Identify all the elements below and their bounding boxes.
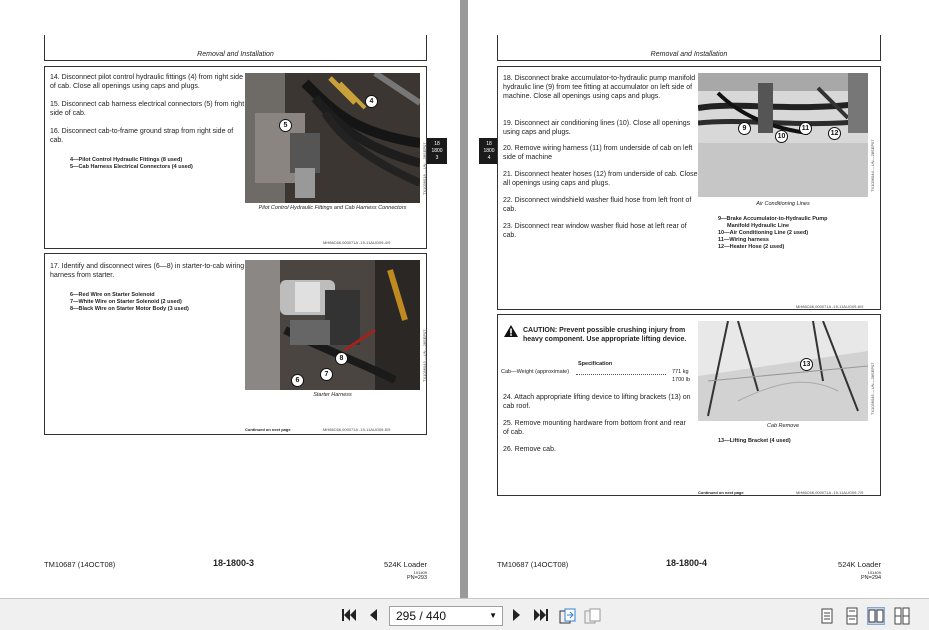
starter-harness-photo — [245, 260, 420, 390]
callout-8: 8 — [335, 352, 348, 365]
step-15: 15. Disconnect cab harness electrical co… — [50, 101, 245, 117]
step-26: 26. Remove cab. — [503, 446, 556, 453]
section-tab: 18 1800 4 — [479, 138, 499, 164]
footer-page-number: 18-1800-3 — [213, 558, 255, 568]
fit-width-icon[interactable] — [584, 608, 602, 624]
footer-model: 524K Loader — [384, 560, 427, 569]
spec-value-kg: 771 kg — [672, 369, 689, 375]
callout-4: 4 — [365, 95, 378, 108]
callout-7: 7 — [320, 368, 333, 381]
step-14: 14. Disconnect pilot control hydraulic f… — [50, 74, 243, 90]
footer-pn: PN=293 — [406, 575, 427, 581]
two-page-view-icon[interactable] — [867, 607, 885, 625]
procedure-box: 17. Identify and disconnect wires (6—8) … — [44, 253, 427, 435]
section-tab: 18 1800 3 — [427, 138, 447, 164]
step-23: 23. Disconnect rear window washer fluid … — [503, 223, 687, 239]
spec-label: Cab—Weight (approximate) — [501, 369, 570, 375]
figure-caption: Starter Harness — [313, 392, 352, 398]
callout-5: 5 — [279, 119, 292, 132]
footer-page-number: 18-1800-4 — [666, 558, 708, 568]
page-number-select[interactable]: 295 / 440 ▼ — [389, 606, 503, 626]
continued-note: Continued on next page — [698, 490, 744, 495]
document-page-left: Removal and Installation 14. Disconnect … — [0, 0, 460, 598]
step-25: 25. Remove mounting hardware from bottom… — [503, 420, 686, 436]
legend-item: 8—Black Wire on Starter Motor Body (3 us… — [70, 306, 189, 312]
callout-10: 10 — [775, 130, 788, 143]
footer-pn: PN=294 — [860, 575, 881, 581]
cab-remove-photo — [698, 321, 868, 421]
callout-6: 6 — [291, 374, 304, 387]
callout-13: 13 — [800, 358, 813, 371]
spec-value-lb: 1700 lb — [672, 377, 691, 383]
step-18: 18. Disconnect brake accumulator-to-hydr… — [503, 75, 696, 100]
viewer-toolbar: 295 / 440 ▼ — [0, 598, 929, 630]
callout-11: 11 — [799, 122, 812, 135]
page-indicator: 295 / 440 — [396, 609, 447, 623]
figure-caption: Air Conditioning Lines — [756, 201, 810, 207]
step-19: 19. Disconnect air conditioning lines (1… — [503, 120, 691, 136]
step-17: 17. Identify and disconnect wires (6—8) … — [50, 263, 245, 279]
section-header: Removal and Installation — [650, 51, 728, 58]
legend-item: 5—Cab Harness Electrical Connectors (4 u… — [70, 164, 193, 170]
footer-manual-id: TM10687 (14OCT08) — [497, 560, 569, 569]
legend-item: 6—Red Wire on Starter Solenoid — [70, 292, 155, 298]
legend-item: 7—White Wire on Starter Solenoid (2 used… — [70, 299, 182, 305]
figure-code: TX1036043 —UN—28SEP07 — [422, 329, 427, 382]
fit-page-icon[interactable] — [559, 608, 577, 624]
step-21: 21. Disconnect heater hoses (12) from un… — [503, 171, 698, 187]
footer-model: 524K Loader — [838, 560, 881, 569]
legend-item: 10—Air Conditioning Line (2 used) — [718, 230, 809, 236]
prev-page-icon[interactable] — [366, 608, 380, 624]
procedure-box: CAUTION: Prevent possible crushing injur… — [497, 314, 881, 496]
spec-leader — [576, 374, 666, 375]
legend-item: 11—Wiring harness — [718, 237, 769, 243]
procedure-box: 14. Disconnect pilot control hydraulic f… — [44, 66, 427, 249]
figure-code: TX1036045 —UN—28SEP07 — [870, 362, 875, 415]
section-header: Removal and Installation — [197, 51, 274, 58]
legend-item: 12—Heater Hose (2 used) — [718, 244, 785, 250]
hydraulic-fittings-photo — [245, 73, 420, 203]
spec-title: Specification — [578, 361, 613, 367]
next-page-icon[interactable] — [510, 608, 524, 624]
doc-code: MH86C66,000071A -19-11AUG09-5/9 — [323, 427, 391, 432]
step-24: 24. Attach appropriate lifting device to… — [503, 394, 691, 410]
legend-item: Manifold Hydraulic Line — [727, 223, 790, 229]
legend-item: 4—Pilot Control Hydraulic Fittings (8 us… — [70, 157, 183, 163]
step-20: 20. Remove wiring harness (11) from unde… — [503, 145, 693, 161]
last-page-icon[interactable] — [532, 608, 550, 624]
caution-icon — [504, 324, 518, 342]
chevron-down-icon: ▼ — [489, 611, 497, 620]
doc-code: MH86C66,000071A -19-11AUG09-4/9 — [323, 240, 391, 245]
continued-note: Continued on next page — [245, 427, 291, 432]
continuous-view-icon[interactable] — [843, 607, 861, 625]
procedure-box: 18. Disconnect brake accumulator-to-hydr… — [497, 66, 881, 310]
legend-item: 9—Brake Accumulator-to-Hydraulic Pump — [718, 216, 828, 222]
step-16: 16. Disconnect cab-to-frame ground strap… — [50, 128, 234, 144]
figure-caption: Cab Remove — [766, 423, 800, 429]
caution-text: CAUTION: Prevent possible crushing injur… — [523, 327, 687, 343]
document-page-right: Removal and Installation 18 1800 4 18. D… — [468, 0, 929, 598]
figure-caption: Pilot Control Hydraulic Fittings and Cab… — [258, 205, 407, 211]
doc-code: MH86C66,000071A -19-11AUG09-7/9 — [796, 490, 864, 495]
callout-9: 9 — [738, 122, 751, 135]
figure-code: TX1036044 —UN—28SEP07 — [870, 139, 875, 192]
first-page-icon[interactable] — [340, 608, 358, 624]
two-page-continuous-icon[interactable] — [893, 607, 911, 625]
doc-code: MH86C66,000071A -19-11AUG09-6/9 — [796, 304, 864, 309]
single-page-view-icon[interactable] — [818, 607, 836, 625]
step-22: 22. Disconnect windshield washer fluid h… — [503, 197, 692, 213]
footer-manual-id: TM10687 (14OCT08) — [44, 560, 116, 569]
callout-12: 12 — [828, 127, 841, 140]
legend-item: 13—Lifting Bracket (4 used) — [718, 438, 791, 444]
